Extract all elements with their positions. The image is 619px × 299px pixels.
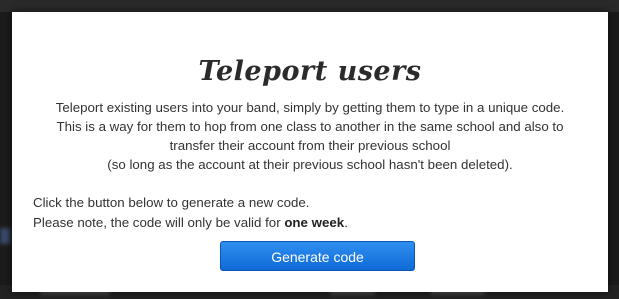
instruction-text: Click the button below to generate a new… [33, 195, 310, 210]
intro-line: Teleport existing users into your band, … [55, 100, 565, 115]
validity-prefix: Please note, the code will only be valid… [33, 215, 285, 230]
validity-note: Please note, the code will only be valid… [33, 213, 348, 233]
background-page-tab [0, 228, 10, 244]
validity-suffix: . [344, 215, 348, 230]
background-page-top [0, 0, 619, 12]
validity-duration: one week [284, 215, 345, 230]
intro-paragraph: Teleport existing users into your band, … [12, 98, 608, 174]
instructions: Click the button below to generate a new… [33, 193, 348, 233]
intro-line: (so long as the account at their previou… [107, 157, 513, 172]
teleport-users-dialog: Teleport users Teleport existing users i… [12, 12, 608, 292]
generate-code-button[interactable]: Generate code [220, 241, 415, 271]
intro-line: transfer their account from their previo… [169, 138, 451, 153]
intro-line: This is a way for them to hop from one c… [56, 119, 564, 134]
dialog-title: Teleport users [198, 56, 422, 87]
